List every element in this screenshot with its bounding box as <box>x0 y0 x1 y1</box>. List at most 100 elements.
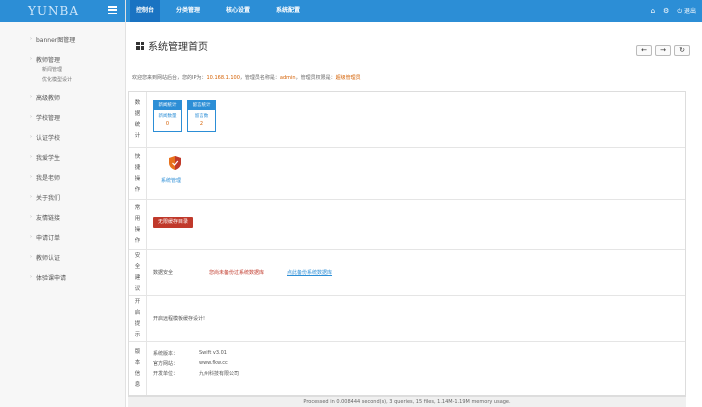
stat-head: 新闻统计 <box>154 101 181 110</box>
sidebar-item-label: 我是老师 <box>36 174 61 182</box>
stat-value: 2 <box>199 121 204 127</box>
sidebar-item[interactable]: › 高级教师 <box>0 88 126 106</box>
row-open: 开启提示 开启远程模板缓存设计! <box>129 296 685 342</box>
sidebar-item[interactable]: › 体验课申请 <box>0 268 126 286</box>
brand-bar: YUNBA <box>0 0 125 22</box>
stat-label: 新闻数量 <box>158 114 177 119</box>
home-icon[interactable]: ⌂ <box>651 7 655 15</box>
row-security: 安全建议 数据安全 您尚未备份过系统数据库 点此备份系统数据库 <box>129 250 685 296</box>
back-button[interactable]: ← <box>636 45 652 56</box>
info-admin: admin <box>279 75 296 81</box>
row-label-stats: 数据统计 <box>129 92 147 147</box>
dashboard-table: 数据统计 新闻统计 新闻数量 0 留言统计 留言数 2 快捷操作 系统管理 常 … <box>128 91 686 396</box>
sidebar-item[interactable]: › 我是老师 <box>0 168 126 186</box>
sidebar-item[interactable]: › banner图管理 <box>0 30 126 48</box>
welcome-info: 欢迎您来到网站后台，您的IP为：10.168.1.100，管理员名称是：admi… <box>132 74 361 81</box>
chevron-right-icon: › <box>30 154 32 160</box>
menu-toggle-icon[interactable] <box>108 6 117 15</box>
chevron-right-icon: › <box>30 174 32 180</box>
sidebar-item[interactable]: › 申请订单 <box>0 228 126 246</box>
sidebar-item-label: 我爱学生 <box>36 154 61 162</box>
sidebar-item-label: 关于我们 <box>36 194 61 202</box>
sidebar-item-label: 友情链接 <box>36 214 61 222</box>
chevron-right-icon: › <box>30 134 32 140</box>
sidebar-item[interactable]: › 我爱学生 <box>0 148 126 166</box>
sidebar-item[interactable]: 新闻管理 <box>0 64 126 74</box>
info-role: 超级管理员 <box>335 75 361 81</box>
row-label-sysinfo: 版本信息 <box>129 342 147 395</box>
logout-button[interactable]: ⏻ 退出 <box>677 6 696 16</box>
sidebar-item-label: 教师管理 <box>36 56 61 64</box>
sidebar-item-label: 体验课申请 <box>36 274 67 282</box>
sysinfo-row: 开发单位： 九州科技有限公司 <box>153 371 240 377</box>
tab-system-config[interactable]: 系统配置 <box>270 0 306 22</box>
sidebar-item[interactable]: › 友情链接 <box>0 208 126 226</box>
stat-box-messages[interactable]: 留言统计 留言数 2 <box>187 100 216 132</box>
logout-label: 退出 <box>683 8 696 15</box>
footer-stats: Processed in 0.008444 second(s), 3 queri… <box>128 396 686 407</box>
page-title: 系统管理首页 <box>136 38 208 53</box>
stat-box-news[interactable]: 新闻统计 新闻数量 0 <box>153 100 182 132</box>
chevron-right-icon: › <box>30 274 32 280</box>
row-label-security: 安全建议 <box>129 250 147 295</box>
row-stats: 数据统计 新闻统计 新闻数量 0 留言统计 留言数 2 <box>129 92 685 148</box>
sidebar-item[interactable]: › 认证学校 <box>0 128 126 146</box>
row-label-open: 开启提示 <box>129 296 147 341</box>
chevron-right-icon: › <box>30 254 32 260</box>
chevron-right-icon: › <box>30 234 32 240</box>
top-icons: ⌂ ⚙ ⏻ 退出 <box>651 0 696 22</box>
chevron-right-icon: › <box>30 94 32 100</box>
row-common: 常用操作 无限缓存目录 <box>129 200 685 250</box>
sidebar-item[interactable]: 优化模型设计 <box>0 74 126 84</box>
stat-head: 留言统计 <box>188 101 215 110</box>
grid-icon <box>136 41 144 50</box>
open-tip-text: 开启远程模板缓存设计! <box>153 316 206 322</box>
clear-cache-button[interactable]: 无限缓存目录 <box>153 217 194 228</box>
row-label-common: 常用操作 <box>129 200 147 249</box>
history-controls: ← → ↻ <box>636 45 690 56</box>
sysinfo-row: 官方网站： www.fkw.cc <box>153 360 228 367</box>
sidebar-item-label: 优化模型设计 <box>42 76 73 83</box>
info-mid: ，管理员名称是： <box>239 75 280 81</box>
refresh-button[interactable]: ↻ <box>674 45 690 56</box>
row-shortcuts: 快捷操作 系统管理 <box>129 148 685 200</box>
tab-core-settings[interactable]: 核心设置 <box>220 0 256 22</box>
sidebar-item[interactable]: › 关于我们 <box>0 188 126 206</box>
forward-button[interactable]: → <box>655 45 671 56</box>
sidebar-item-label: 高级教师 <box>36 94 61 102</box>
sysinfo-row: 系统版本： Swift v3.01 <box>153 350 227 357</box>
stat-value: 0 <box>165 121 170 127</box>
brand-logo: YUNBA <box>28 4 80 18</box>
tab-console[interactable]: 控制台 <box>130 0 161 22</box>
shield-icon[interactable] <box>169 156 181 170</box>
gear-icon[interactable]: ⚙ <box>663 7 669 15</box>
chevron-right-icon: › <box>30 194 32 200</box>
page-header: 系统管理首页 ← → ↻ <box>126 22 702 62</box>
sidebar-item-label: banner图管理 <box>36 36 76 44</box>
backup-link[interactable]: 点此备份系统数据库 <box>287 269 332 276</box>
system-info: 系统版本： Swift v3.01 官方网站： www.fkw.cc 开发单位： 九州… <box>153 350 239 380</box>
info-mid2: ，管理员权限是： <box>295 75 336 81</box>
info-ip: 10.168.1.100 <box>206 75 240 81</box>
security-name: 数据安全 <box>153 270 174 276</box>
tab-category[interactable]: 分类管理 <box>170 0 206 22</box>
sidebar: YUNBA › banner图管理 › 教师管理新闻管理优化模型设计 › 高级教师 › 学校管… <box>0 0 126 407</box>
sidebar-item[interactable]: › 教师认证 <box>0 248 126 266</box>
chevron-right-icon: › <box>30 36 32 42</box>
top-navigation: 控制台 分类管理 核心设置 系统配置 ⌂ ⚙ ⏻ 退出 <box>126 0 702 22</box>
shortcut-system-manage[interactable]: 系统管理 <box>161 177 181 184</box>
chevron-right-icon: › <box>30 114 32 120</box>
security-warning: 您尚未备份过系统数据库 <box>209 270 265 276</box>
sidebar-item-label: 教师认证 <box>36 254 61 262</box>
sidebar-item-label: 学校管理 <box>36 114 61 122</box>
sidebar-item[interactable]: › 学校管理 <box>0 108 126 126</box>
chevron-right-icon: › <box>30 56 32 62</box>
chevron-right-icon: › <box>30 214 32 220</box>
sidebar-item-label: 认证学校 <box>36 134 61 142</box>
info-prefix: 欢迎您来到网站后台，您的IP为： <box>132 75 207 81</box>
page-title-text: 系统管理首页 <box>148 42 208 53</box>
row-sysinfo: 版本信息 系统版本： Swift v3.01 官方网站： www.fkw.cc 开发… <box>129 342 685 395</box>
stat-label: 留言数 <box>194 114 209 119</box>
sidebar-item-label: 新闻管理 <box>42 66 63 73</box>
row-label-shortcuts: 快捷操作 <box>129 148 147 199</box>
